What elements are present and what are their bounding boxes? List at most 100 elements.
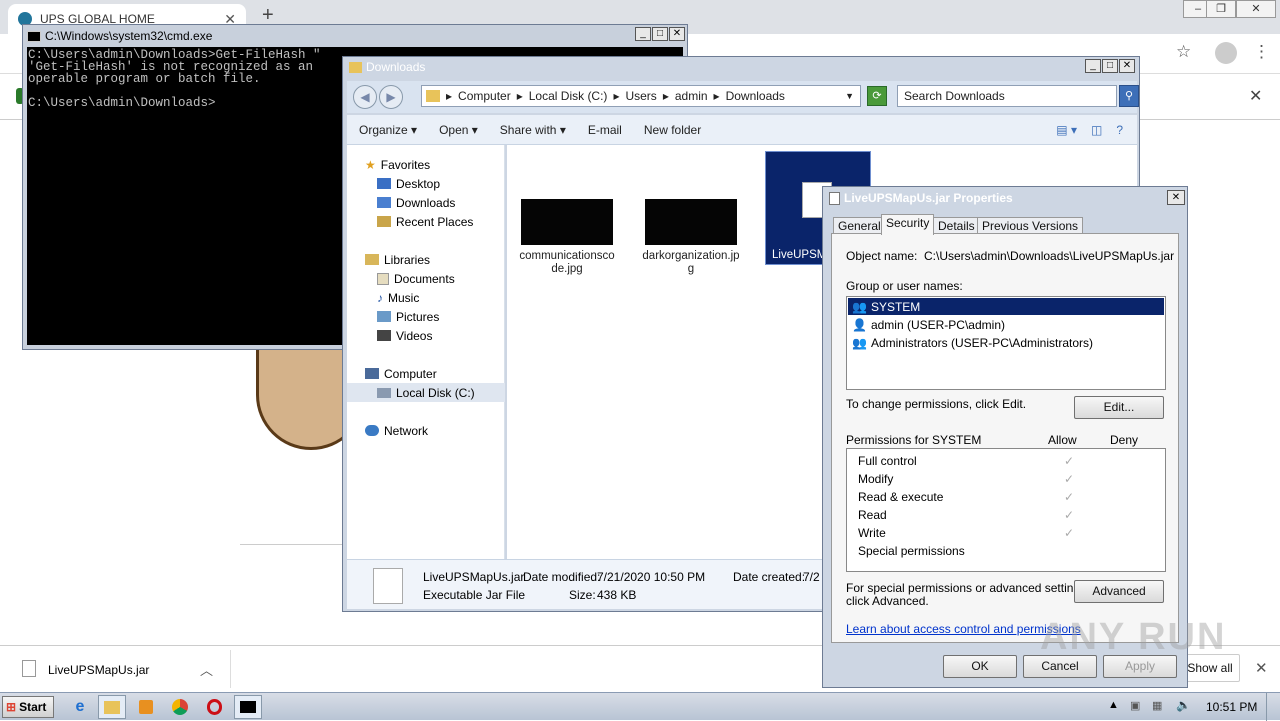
bookmark-star-icon[interactable]: ☆ [1176,42,1191,62]
search-input[interactable]: Search Downloads [897,85,1117,107]
user-item-admin[interactable]: 👤 admin (USER-PC\admin) [848,316,1164,333]
breadcrumb-item[interactable]: Downloads [726,89,785,103]
music-icon: ♪ [377,290,383,305]
view-icon[interactable]: ▤ ▾ [1056,123,1077,137]
windows-logo-icon: ⊞ [6,700,17,714]
network-icon [365,425,379,436]
cmd-taskbar-icon[interactable] [234,695,262,719]
close-button[interactable]: ✕ [1236,0,1276,18]
new-folder-button[interactable]: New folder [644,123,701,137]
permission-row: Read & execute ✓ [858,490,1075,504]
minimize-button[interactable]: _ [1085,59,1101,73]
ie-icon[interactable]: e [66,695,94,719]
command-bar: Organize ▾ Open ▾ Share with ▾ E-mail Ne… [347,115,1137,145]
chrome-icon[interactable] [166,695,194,719]
breadcrumb-item[interactable]: admin [675,89,708,103]
breadcrumb-item[interactable]: Local Disk (C:) [529,89,608,103]
date-created-label: Date created: [733,570,806,584]
download-filename[interactable]: LiveUPSMapUs.jar [48,663,149,677]
tab-security[interactable]: Security [881,214,935,235]
user-icon: 👤 [852,317,867,332]
preview-pane-icon[interactable]: ◫ [1091,123,1102,137]
breadcrumb-item[interactable]: Users [625,89,656,103]
nav-downloads[interactable]: Downloads [347,193,505,212]
refresh-icon[interactable]: ⟳ [867,86,887,106]
address-bar[interactable]: ▸ Computer ▸ Local Disk (C:) ▸ Users ▸ a… [421,85,861,107]
start-button[interactable]: ⊞ Start [2,696,54,718]
maximize-button[interactable]: □ [1102,59,1118,73]
explorer-taskbar-icon[interactable] [98,695,126,719]
media-player-icon[interactable] [132,695,160,719]
nav-network[interactable]: Network [347,421,505,440]
volume-icon[interactable]: 🔈 [1176,698,1191,712]
show-desktop-button[interactable] [1266,693,1280,721]
nav-music[interactable]: ♪ Music [347,288,505,307]
profile-icon[interactable] [1215,42,1237,64]
properties-titlebar: LiveUPSMapUs.jar Properties [829,191,1013,205]
nav-libraries[interactable]: Libraries [347,250,505,269]
divider [230,650,231,688]
cmd-icon [27,30,41,42]
maximize-button[interactable]: □ [652,27,668,41]
file-item[interactable]: darkorganization.jpg [642,199,741,276]
videos-icon [377,330,391,341]
edit-button[interactable]: Edit... [1074,396,1164,419]
nav-favorites[interactable]: ★ Favorites [347,155,505,174]
nav-desktop[interactable]: Desktop [347,174,505,193]
check-icon: ✓ [1064,490,1075,504]
minimize-button[interactable]: _ [635,27,651,41]
open-button[interactable]: Open ▾ [439,123,478,137]
nav-local-disk[interactable]: Local Disk (C:) [347,383,505,402]
close-button[interactable]: ✕ [1167,190,1185,205]
file-name: communicationscode.jpg [519,250,615,275]
back-button[interactable]: ◀ [353,85,377,109]
search-icon[interactable]: ⚲ [1119,85,1139,107]
nav-recent-places[interactable]: Recent Places [347,212,505,231]
close-button[interactable]: ✕ [669,27,685,41]
close-infobar-icon[interactable]: ✕ [1249,86,1262,106]
forward-button[interactable]: ▶ [379,85,403,109]
share-with-button[interactable]: Share with ▾ [500,123,566,137]
ok-button[interactable]: OK [943,655,1017,678]
close-download-bar-icon[interactable]: ✕ [1255,659,1268,677]
opera-icon[interactable] [200,695,228,719]
dropdown-arrow-icon[interactable]: ▼ [845,91,854,101]
computer-icon [365,368,379,379]
cmd-title: C:\Windows\system32\cmd.exe [45,29,213,43]
check-icon: ✓ [1064,508,1075,522]
nav-pictures[interactable]: Pictures [347,307,505,326]
address-bar-row: ◀ ▶ ▸ Computer ▸ Local Disk (C:) ▸ Users… [347,81,1139,113]
email-button[interactable]: E-mail [588,123,622,137]
special-permissions-text: click Advanced. [846,594,929,608]
nav-videos[interactable]: Videos [347,326,505,345]
tray-icon[interactable]: ▣ [1130,699,1140,712]
tray-expand-icon[interactable]: ▲ [1108,699,1119,711]
organize-button[interactable]: Organize ▾ [359,123,417,137]
breadcrumb-item[interactable]: Computer [458,89,511,103]
user-item-administrators[interactable]: 👥 Administrators (USER-PC\Administrators) [848,334,1164,351]
chevron-up-icon[interactable]: ︿ [200,660,213,679]
network-tray-icon[interactable]: ▦ [1152,699,1162,712]
nav-documents[interactable]: Documents [347,269,505,288]
file-name: LiveUPSM [772,249,827,261]
explorer-titlebar: Downloads [349,60,425,74]
maximize-button[interactable]: ❐ [1206,0,1236,18]
nav-computer[interactable]: Computer [347,364,505,383]
file-icon [22,660,36,677]
clock[interactable]: 10:51 PM [1206,700,1257,714]
user-item-system[interactable]: 👥 SYSTEM [848,298,1164,315]
permission-row: Read ✓ [858,508,1075,522]
breadcrumb-separator: ▸ [713,89,720,103]
downloads-icon [377,197,391,208]
permissions-for-label: Permissions for SYSTEM [846,433,982,447]
menu-icon[interactable]: ⋮ [1253,42,1270,62]
close-button[interactable]: ✕ [1119,59,1135,73]
advanced-button[interactable]: Advanced [1074,580,1164,603]
help-icon[interactable]: ? [1116,123,1123,137]
file-item[interactable]: communicationscode.jpg [519,199,617,276]
desktop-icon [377,178,391,189]
users-icon: 👥 [852,335,867,350]
folder-icon [349,61,362,73]
object-name-label: Object name: [846,249,918,263]
properties-dialog[interactable]: LiveUPSMapUs.jar Properties ✕ General Se… [822,186,1188,688]
